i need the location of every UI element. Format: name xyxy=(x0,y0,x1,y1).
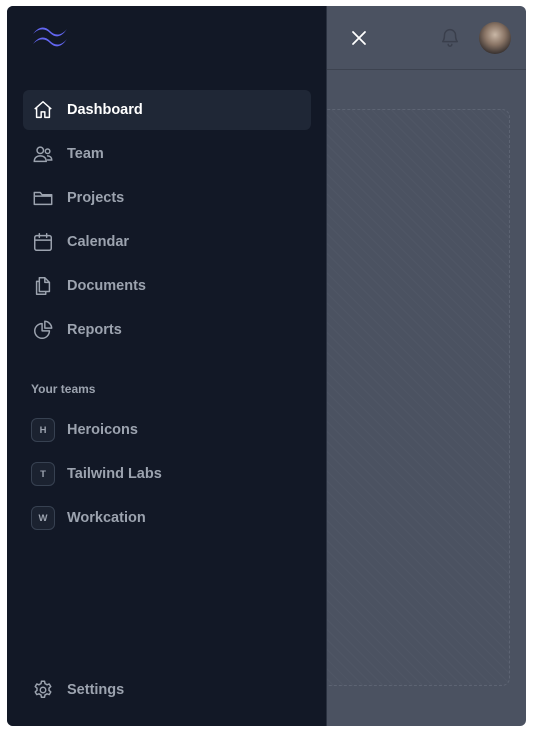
teams-heading: Your teams xyxy=(31,382,96,396)
nav-item-dashboard[interactable]: Dashboard xyxy=(23,90,311,130)
team-initial-badge: W xyxy=(31,506,55,530)
nav-item-reports[interactable]: Reports xyxy=(23,310,311,350)
team-item-label: Workcation xyxy=(67,510,146,526)
gear-icon xyxy=(31,678,55,702)
team-item-tailwind-labs[interactable]: T Tailwind Labs xyxy=(23,454,311,494)
bell-icon xyxy=(441,29,459,47)
team-initial-badge: H xyxy=(31,418,55,442)
mobile-sidebar: Dashboard Team Projects Calendar Documen… xyxy=(7,6,327,726)
team-item-heroicons[interactable]: H Heroicons xyxy=(23,410,311,450)
team-item-label: Heroicons xyxy=(67,422,138,438)
nav-item-label: Settings xyxy=(67,682,125,698)
nav-item-label: Documents xyxy=(67,278,146,294)
nav-item-label: Calendar xyxy=(67,234,130,250)
main-navigation: Dashboard Team Projects Calendar Documen… xyxy=(23,90,311,354)
nav-item-calendar[interactable]: Calendar xyxy=(23,222,311,262)
team-item-label: Tailwind Labs xyxy=(67,466,162,482)
team-item-workcation[interactable]: W Workcation xyxy=(23,498,311,538)
nav-item-label: Team xyxy=(67,146,104,162)
nav-item-settings[interactable]: Settings xyxy=(23,670,311,710)
tailwind-logo-icon xyxy=(33,27,67,47)
close-icon xyxy=(352,31,366,45)
app-frame: Dashboard Team Projects Calendar Documen… xyxy=(7,6,526,726)
nav-item-label: Projects xyxy=(67,190,125,206)
users-icon xyxy=(31,142,55,166)
close-sidebar-button[interactable] xyxy=(349,28,369,48)
nav-item-documents[interactable]: Documents xyxy=(23,266,311,306)
teams-list: H Heroicons T Tailwind Labs W Workcation xyxy=(23,410,311,542)
user-avatar xyxy=(479,22,511,54)
documents-icon xyxy=(31,274,55,298)
chart-pie-icon xyxy=(31,318,55,342)
settings-section: Settings xyxy=(23,670,311,714)
nav-item-projects[interactable]: Projects xyxy=(23,178,311,218)
nav-item-label: Dashboard xyxy=(67,102,143,118)
folder-icon xyxy=(31,186,55,210)
home-icon xyxy=(31,98,55,122)
nav-item-label: Reports xyxy=(67,322,122,338)
nav-item-team[interactable]: Team xyxy=(23,134,311,174)
team-initial-badge: T xyxy=(31,462,55,486)
calendar-icon xyxy=(31,230,55,254)
